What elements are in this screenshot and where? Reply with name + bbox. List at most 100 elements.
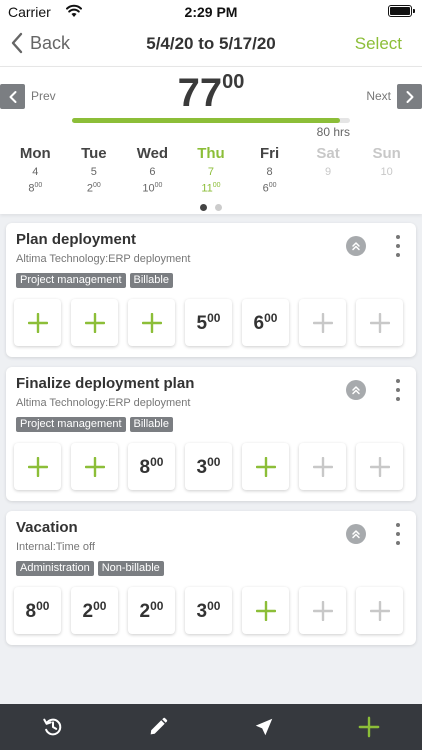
day-strip: Mon 4 800 Tue 5 200 Wed 6 1000 Thu 7 1100 Fri 8 600 Sat… bbox=[6, 145, 416, 195]
hours-progress-fill bbox=[72, 118, 340, 123]
hours-whole: 8 bbox=[139, 456, 151, 478]
double-chevron-up-icon bbox=[352, 530, 360, 539]
hours-cell[interactable]: 800 bbox=[14, 587, 61, 634]
day-hours: 1000 bbox=[123, 182, 182, 195]
hours-cell[interactable]: 600 bbox=[242, 299, 289, 346]
hours-whole: 2 bbox=[82, 600, 94, 622]
day-column[interactable]: Tue 5 200 bbox=[65, 145, 124, 195]
day-hours bbox=[357, 182, 416, 194]
tag-badge: Project management bbox=[16, 273, 126, 288]
task-card: Vacation Internal:Time off Administration N… bbox=[6, 511, 416, 645]
day-column[interactable]: Thu 7 1100 bbox=[182, 145, 241, 195]
task-name[interactable]: Vacation bbox=[16, 519, 78, 536]
hours-fraction: 00 bbox=[150, 454, 164, 469]
day-hours-whole: 11 bbox=[201, 182, 213, 195]
add-hours-cell[interactable] bbox=[71, 299, 118, 346]
day-name: Sun bbox=[372, 145, 401, 162]
task-name[interactable]: Finalize deployment plan bbox=[16, 375, 194, 392]
plus-icon bbox=[312, 312, 333, 333]
day-hours bbox=[299, 182, 358, 194]
hours-whole: 8 bbox=[25, 600, 37, 622]
day-hours-fraction: 00 bbox=[154, 182, 163, 189]
hours-fraction: 00 bbox=[207, 598, 221, 613]
hours-progress-bar bbox=[72, 118, 350, 123]
select-button[interactable]: Select bbox=[355, 34, 402, 54]
add-hours-cell[interactable] bbox=[356, 299, 403, 346]
add-hours-cell[interactable] bbox=[299, 443, 346, 490]
collapse-button[interactable] bbox=[346, 524, 366, 544]
hours-value: 300 bbox=[197, 455, 221, 479]
plus-icon bbox=[312, 600, 333, 621]
day-column[interactable]: Fri 8 600 bbox=[240, 145, 299, 195]
submit-button[interactable] bbox=[211, 704, 317, 750]
plus-icon bbox=[312, 456, 333, 477]
more-options-icon[interactable] bbox=[394, 379, 402, 401]
hours-cell[interactable]: 200 bbox=[71, 587, 118, 634]
add-hours-cell[interactable] bbox=[299, 299, 346, 346]
next-label[interactable]: Next bbox=[366, 89, 391, 103]
task-card: Plan deployment Altima Technology:ERP dep… bbox=[6, 223, 416, 357]
hours-value: 600 bbox=[254, 311, 278, 335]
day-column[interactable]: Sun 10 bbox=[357, 145, 416, 195]
bottom-toolbar bbox=[0, 704, 422, 750]
plus-icon bbox=[255, 456, 276, 477]
hours-cell[interactable]: 500 bbox=[185, 299, 232, 346]
plus-icon bbox=[84, 312, 105, 333]
add-hours-cell[interactable] bbox=[71, 443, 118, 490]
add-hours-cell[interactable] bbox=[356, 443, 403, 490]
day-name: Fri bbox=[259, 145, 280, 162]
add-hours-cell[interactable] bbox=[242, 587, 289, 634]
history-button[interactable] bbox=[0, 704, 106, 750]
task-tags: Project management Billable bbox=[16, 273, 173, 288]
next-button[interactable] bbox=[397, 84, 422, 109]
collapse-button[interactable] bbox=[346, 236, 366, 256]
total-hours-whole: 77 bbox=[177, 71, 223, 115]
day-name: Thu bbox=[197, 145, 225, 162]
tag-badge: Billable bbox=[129, 273, 173, 288]
add-hours-cell[interactable] bbox=[356, 587, 403, 634]
task-tags: Administration Non-billable bbox=[16, 561, 164, 576]
week-summary: Prev 7700 Next 80 hrs Mon 4 800 Tue 5 200 Wed 6… bbox=[0, 66, 422, 214]
more-options-icon[interactable] bbox=[394, 523, 402, 545]
hours-value: 800 bbox=[26, 599, 50, 623]
day-column[interactable]: Mon 4 800 bbox=[6, 145, 65, 195]
task-client: Altima Technology:ERP deployment bbox=[16, 253, 191, 265]
plus-icon bbox=[369, 312, 390, 333]
hours-fraction: 00 bbox=[264, 310, 278, 325]
day-hours: 1100 bbox=[182, 182, 241, 195]
day-column[interactable]: Wed 6 1000 bbox=[123, 145, 182, 195]
edit-button[interactable] bbox=[106, 704, 212, 750]
hours-cell[interactable]: 800 bbox=[128, 443, 175, 490]
hours-cell[interactable]: 300 bbox=[185, 443, 232, 490]
day-name: Sat bbox=[316, 145, 340, 162]
pencil-icon bbox=[150, 717, 168, 735]
page-dot[interactable] bbox=[215, 204, 222, 211]
task-name[interactable]: Plan deployment bbox=[16, 231, 136, 248]
day-number: 4 bbox=[32, 166, 39, 178]
day-hours-fraction: 00 bbox=[34, 182, 43, 189]
add-hours-cell[interactable] bbox=[299, 587, 346, 634]
add-hours-cell[interactable] bbox=[14, 443, 61, 490]
more-options-icon[interactable] bbox=[394, 235, 402, 257]
double-chevron-up-icon bbox=[352, 242, 360, 251]
add-hours-cell[interactable] bbox=[242, 443, 289, 490]
day-column[interactable]: Sat 9 bbox=[299, 145, 358, 195]
add-button[interactable] bbox=[317, 704, 422, 750]
plus-icon bbox=[369, 600, 390, 621]
more-dot bbox=[396, 388, 400, 392]
more-dot bbox=[396, 379, 400, 383]
clock: 2:29 PM bbox=[184, 4, 238, 20]
hours-row: 800 300 bbox=[14, 443, 403, 490]
add-hours-cell[interactable] bbox=[128, 299, 175, 346]
day-hours: 200 bbox=[65, 182, 124, 195]
page-dot[interactable] bbox=[200, 204, 207, 211]
add-hours-cell[interactable] bbox=[14, 299, 61, 346]
day-number: 9 bbox=[325, 166, 332, 178]
page-indicator bbox=[0, 204, 422, 211]
hours-fraction: 00 bbox=[93, 598, 107, 613]
hours-value: 300 bbox=[197, 599, 221, 623]
hours-cell[interactable]: 300 bbox=[185, 587, 232, 634]
day-number: 6 bbox=[149, 166, 156, 178]
collapse-button[interactable] bbox=[346, 380, 366, 400]
hours-cell[interactable]: 200 bbox=[128, 587, 175, 634]
